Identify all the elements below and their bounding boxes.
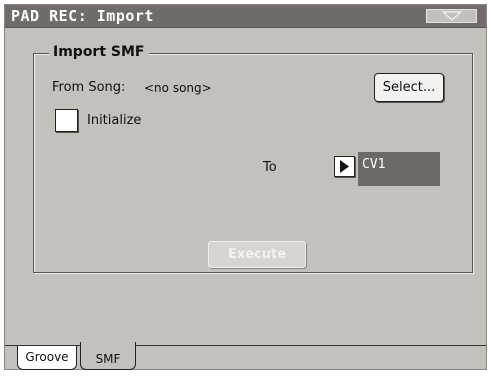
- tab-groove[interactable]: Groove: [17, 346, 77, 370]
- title-bar: PAD REC: Import: [5, 5, 486, 28]
- triangle-right-icon: [340, 160, 349, 173]
- triangle-down-icon: [442, 11, 462, 21]
- to-arrow-button[interactable]: [334, 156, 355, 177]
- from-song-label: From Song:: [52, 80, 126, 95]
- group-title: Import SMF: [49, 44, 149, 60]
- execute-button[interactable]: Execute: [208, 241, 306, 268]
- pad-rec-import-window: PAD REC: Import Import SMF From Song: <n…: [4, 4, 487, 370]
- to-destination-field[interactable]: CV1: [358, 152, 440, 186]
- tab-smf-join: [81, 344, 135, 347]
- from-song-value: <no song>: [144, 81, 212, 95]
- page-title: PAD REC: Import: [11, 7, 154, 25]
- tab-divider: [5, 345, 486, 346]
- to-label: To: [263, 160, 277, 175]
- page-menu-button[interactable]: [426, 9, 477, 23]
- initialize-checkbox[interactable]: [55, 109, 78, 132]
- to-destination-value: CV1: [362, 157, 386, 172]
- initialize-label: Initialize: [87, 113, 142, 128]
- select-button[interactable]: Select...: [374, 73, 444, 102]
